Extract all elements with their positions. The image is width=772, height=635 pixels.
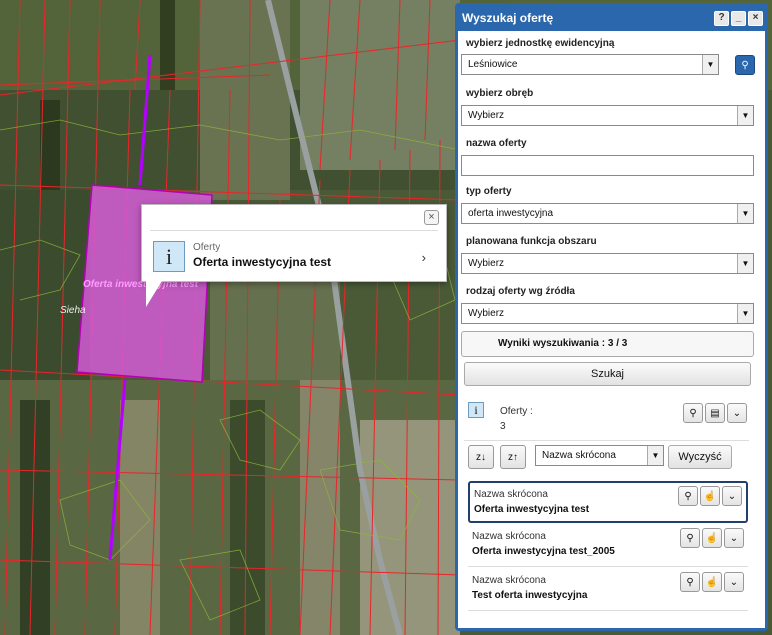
offers-count: 3 — [500, 421, 506, 432]
export-icon[interactable]: ▤ — [705, 403, 725, 423]
popup-type: Oferty — [193, 242, 221, 253]
minimize-button[interactable]: _ — [731, 11, 746, 26]
result-label: Nazwa skrócona — [472, 531, 546, 542]
chevron-down-icon[interactable]: ⌄ — [727, 403, 747, 423]
result-item[interactable]: Nazwa skrócona Test oferta inwestycyjna … — [468, 569, 748, 611]
popup-divider — [150, 230, 438, 231]
result-label: Nazwa skrócona — [472, 575, 546, 586]
funkcja-select[interactable]: Wybierz ▼ — [461, 253, 754, 274]
chevron-down-icon[interactable]: ⌄ — [724, 572, 744, 592]
popup-pointer — [146, 281, 162, 307]
select-icon[interactable]: ☝ — [700, 486, 720, 506]
zoom-icon[interactable]: ⚲ — [678, 486, 698, 506]
search-button[interactable]: Szukaj — [464, 362, 751, 386]
sort-ascending-icon[interactable]: z↑ — [500, 445, 526, 469]
typ-value: oferta inwestycyjna — [468, 208, 554, 219]
sort-field-select[interactable]: Nazwa skrócona ▼ — [535, 445, 664, 466]
zrodlo-value: Wybierz — [468, 308, 505, 319]
funkcja-value: Wybierz — [468, 258, 505, 269]
result-title: Oferta inwestycyjna test — [474, 504, 590, 515]
dropdown-arrow-icon: ▼ — [647, 446, 663, 465]
obreb-label: wybierz obręb — [466, 88, 534, 99]
typ-select[interactable]: oferta inwestycyjna ▼ — [461, 203, 754, 224]
info-icon: i — [153, 241, 185, 272]
nazwa-input[interactable] — [461, 155, 754, 176]
close-button[interactable]: × — [748, 11, 763, 26]
result-title: Test oferta inwestycyjna — [472, 590, 588, 601]
clear-button[interactable]: Wyczyść — [668, 445, 732, 469]
panel-title: Wyszukaj ofertę — [462, 11, 554, 25]
panel-titlebar[interactable]: Wyszukaj ofertę ? _ × — [458, 6, 765, 31]
result-item[interactable]: Nazwa skrócona Oferta inwestycyjna test … — [468, 481, 748, 523]
result-label: Nazwa skrócona — [474, 489, 548, 500]
help-button[interactable]: ? — [714, 11, 729, 26]
select-icon[interactable]: ☝ — [702, 528, 722, 548]
chevron-right-icon[interactable]: › — [422, 250, 426, 265]
offers-label: Oferty : — [500, 406, 533, 417]
sort-field-value: Nazwa skrócona — [542, 450, 616, 461]
zoom-icon[interactable]: ⚲ — [680, 528, 700, 548]
panel-content: wybierz jednostkę ewidencyjną Leśniowice… — [458, 31, 765, 628]
jednostka-label: wybierz jednostkę ewidencyjną — [466, 38, 615, 49]
result-item[interactable]: Nazwa skrócona Oferta inwestycyjna test_… — [468, 525, 748, 567]
dropdown-arrow-icon: ▼ — [737, 304, 753, 323]
results-count: Wyniki wyszukiwania : 3 / 3 — [461, 331, 754, 357]
dropdown-arrow-icon: ▼ — [737, 106, 753, 125]
zoom-icon[interactable]: ⚲ — [683, 403, 703, 423]
select-icon[interactable]: ☝ — [702, 572, 722, 592]
zoom-icon[interactable]: ⚲ — [680, 572, 700, 592]
dropdown-arrow-icon: ▼ — [702, 55, 718, 74]
typ-label: typ oferty — [466, 186, 512, 197]
search-offer-panel: Wyszukaj ofertę ? _ × wybierz jednostkę … — [455, 3, 768, 631]
place-label: Sieha — [60, 305, 86, 316]
chevron-down-icon[interactable]: ⌄ — [722, 486, 742, 506]
chevron-down-icon[interactable]: ⌄ — [724, 528, 744, 548]
dropdown-arrow-icon: ▼ — [737, 204, 753, 223]
zrodlo-label: rodzaj oferty wg źródła — [466, 286, 575, 297]
result-title: Oferta inwestycyjna test_2005 — [472, 546, 615, 557]
search-icon[interactable]: ⚲ — [735, 55, 755, 75]
dropdown-arrow-icon: ▼ — [737, 254, 753, 273]
obreb-value: Wybierz — [468, 110, 505, 121]
popup-close-button[interactable]: × — [424, 210, 439, 225]
nazwa-label: nazwa oferty — [466, 138, 527, 149]
map-popup: × i Oferty Oferta inwestycyjna test › — [141, 204, 447, 307]
zrodlo-select[interactable]: Wybierz ▼ — [461, 303, 754, 324]
sort-descending-icon[interactable]: z↓ — [468, 445, 494, 469]
jednostka-select[interactable]: Leśniowice ▼ — [461, 54, 719, 75]
info-icon: i — [468, 402, 484, 418]
funkcja-label: planowana funkcja obszaru — [466, 236, 597, 247]
popup-title: Oferta inwestycyjna test — [193, 255, 332, 269]
jednostka-value: Leśniowice — [468, 59, 518, 70]
obreb-select[interactable]: Wybierz ▼ — [461, 105, 754, 126]
